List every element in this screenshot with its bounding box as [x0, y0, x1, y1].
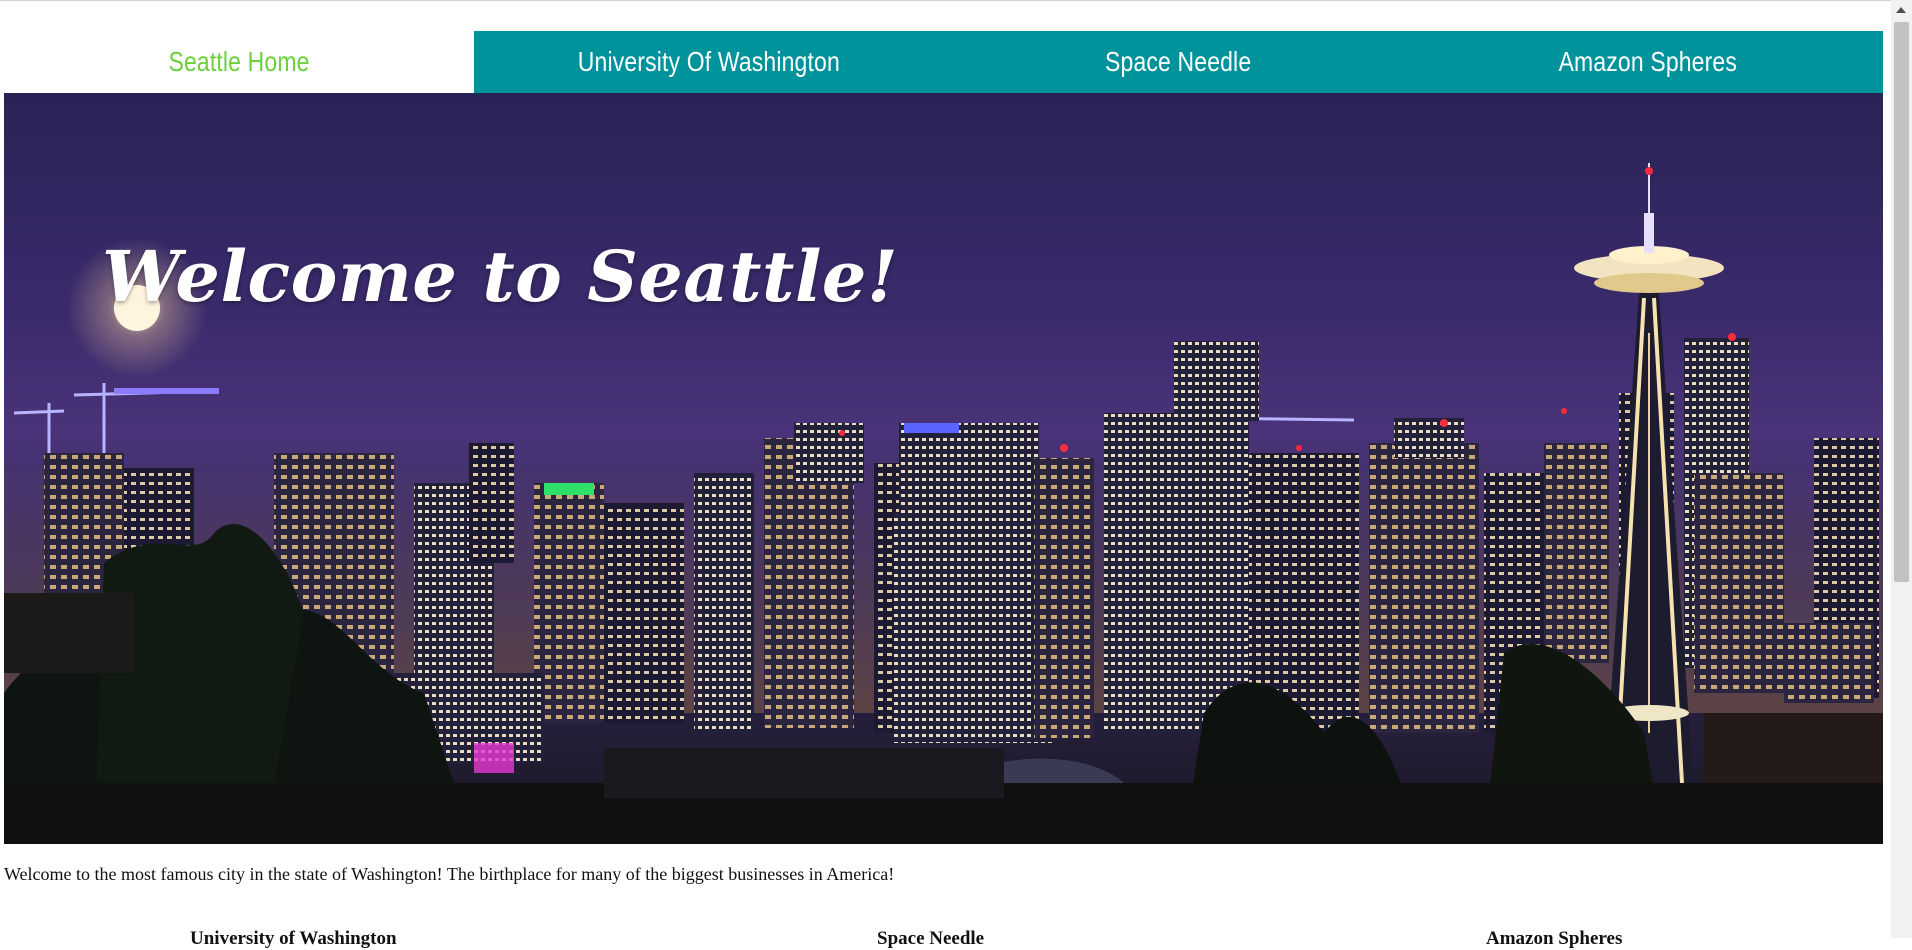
- nav-tab-space-needle[interactable]: Space Needle: [943, 31, 1414, 93]
- nav-tab-label: Seattle Home: [168, 46, 310, 77]
- vertical-scrollbar[interactable]: [1891, 0, 1912, 938]
- hero-banner: Welcome to Seattle!: [4, 93, 1883, 844]
- nav-tab-university-of-washington[interactable]: University Of Washington: [473, 31, 944, 93]
- browser-top-border: [0, 0, 1912, 1]
- nav-tab-seattle-home[interactable]: Seattle Home: [4, 31, 474, 93]
- scroll-up-icon[interactable]: [1896, 7, 1906, 13]
- nav-tab-label: Space Needle: [1105, 46, 1252, 77]
- seattle-skyline-image: [4, 163, 1883, 844]
- section-title-amazon-spheres: Amazon Spheres: [1486, 928, 1623, 949]
- nav-tab-label: University Of Washington: [577, 46, 840, 77]
- nav-tab-amazon-spheres[interactable]: Amazon Spheres: [1413, 31, 1883, 93]
- section-title-space-needle: Space Needle: [877, 928, 985, 949]
- intro-text: Welcome to the most famous city in the s…: [4, 864, 895, 884]
- section-headings: University of Washington Space Needle Am…: [0, 928, 1880, 949]
- hero-title: Welcome to Seattle!: [102, 235, 899, 318]
- scroll-thumb[interactable]: [1894, 22, 1909, 582]
- main-nav: Seattle Home University Of Washington Sp…: [4, 31, 1883, 93]
- nav-tab-label: Amazon Spheres: [1558, 46, 1738, 77]
- section-title-university: University of Washington: [190, 928, 397, 949]
